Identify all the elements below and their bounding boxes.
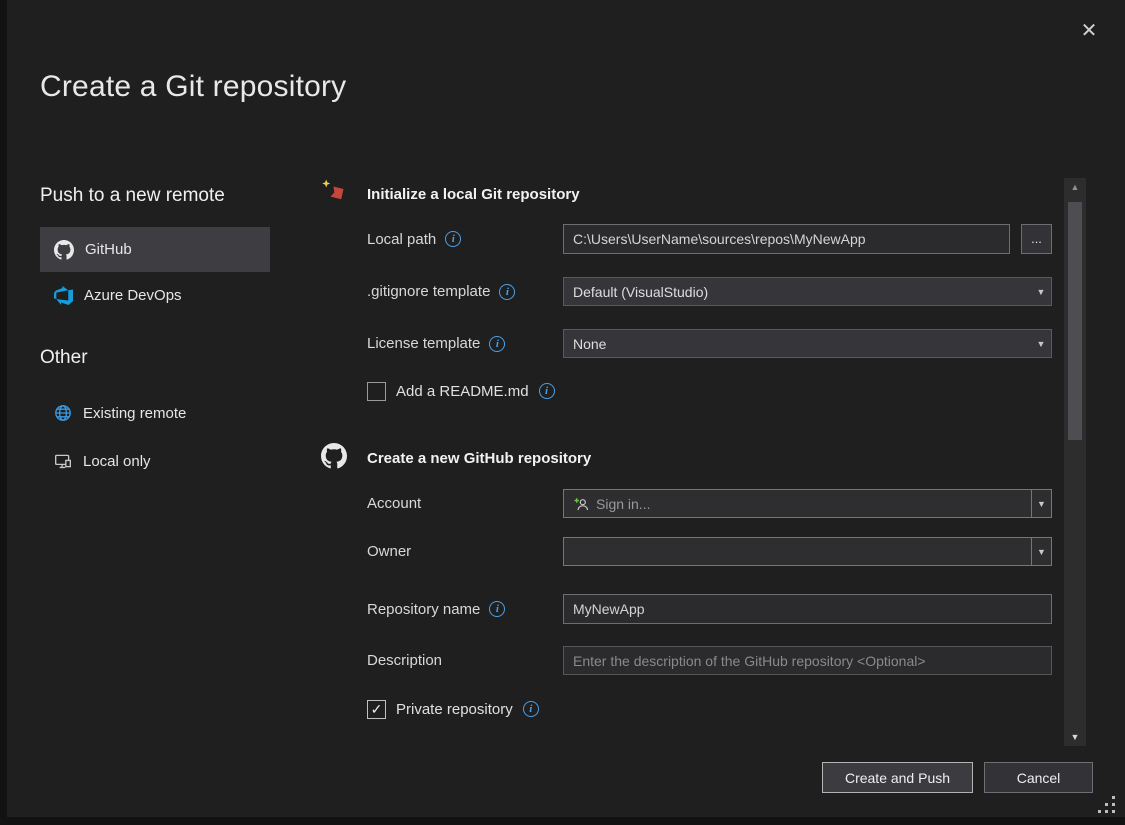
readme-checkbox[interactable] [367, 382, 386, 401]
info-icon[interactable]: i [489, 336, 505, 352]
scrollbar-thumb[interactable] [1068, 202, 1082, 440]
azure-devops-icon [54, 286, 73, 305]
resize-grip[interactable] [1096, 794, 1118, 816]
sidebar-item-existing-remote[interactable]: Existing remote [40, 394, 270, 432]
browse-button[interactable]: ... [1021, 224, 1052, 254]
info-icon[interactable]: i [445, 231, 461, 247]
readme-label: Add a README.md [396, 383, 529, 400]
scroll-up-button[interactable]: ▲ [1064, 178, 1086, 196]
close-button[interactable]: ✕ [1074, 16, 1104, 46]
gitignore-select[interactable]: Default (VisualStudio) ▼ [563, 277, 1052, 306]
sidebar-heading-remote: Push to a new remote [40, 185, 225, 207]
license-value: None [564, 336, 1031, 352]
private-checkbox[interactable]: ✓ [367, 700, 386, 719]
gitignore-label-row: .gitignore template i [367, 277, 515, 306]
scrollbar[interactable]: ▲ ▼ [1064, 178, 1086, 746]
repo-name-input[interactable] [563, 594, 1052, 624]
license-label: License template [367, 335, 480, 352]
window-edge-bottom [0, 817, 1125, 825]
account-placeholder: Sign in... [596, 496, 650, 512]
gitignore-label: .gitignore template [367, 283, 490, 300]
close-icon: ✕ [1081, 20, 1098, 42]
chevron-down-icon[interactable]: ▼ [1031, 490, 1051, 517]
description-label: Description [367, 652, 442, 669]
license-label-row: License template i [367, 329, 505, 358]
github-icon [321, 443, 347, 469]
account-select[interactable]: Sign in... ▼ [563, 489, 1052, 518]
private-label: Private repository [396, 701, 513, 718]
add-user-icon [573, 496, 589, 512]
sidebar-item-label: Azure DevOps [84, 287, 182, 304]
local-path-input[interactable] [563, 224, 1010, 254]
license-select[interactable]: None ▼ [563, 329, 1052, 358]
sidebar-item-github[interactable]: GitHub [40, 227, 270, 272]
create-and-push-button[interactable]: Create and Push [822, 762, 973, 793]
chevron-down-icon: ▼ [1031, 339, 1051, 349]
monitor-icon [54, 452, 72, 470]
owner-select[interactable]: ▼ [563, 537, 1052, 566]
private-row: ✓ Private repository i [367, 698, 539, 720]
description-label-row: Description [367, 646, 442, 675]
section-heading-initialize: Initialize a local Git repository [367, 186, 580, 203]
sidebar-item-label: Existing remote [83, 405, 186, 422]
sidebar-item-azure-devops[interactable]: Azure DevOps [40, 274, 270, 316]
cancel-button[interactable]: Cancel [984, 762, 1093, 793]
sidebar-heading-other: Other [40, 347, 88, 369]
github-icon [54, 240, 74, 260]
local-path-label: Local path [367, 231, 436, 248]
account-label: Account [367, 495, 421, 512]
repo-name-label: Repository name [367, 601, 480, 618]
dialog-title: Create a Git repository [40, 70, 346, 104]
section-heading-github: Create a new GitHub repository [367, 450, 591, 467]
info-icon[interactable]: i [489, 601, 505, 617]
info-icon[interactable]: i [499, 284, 515, 300]
description-input[interactable] [563, 646, 1052, 675]
gitignore-value: Default (VisualStudio) [564, 284, 1031, 300]
info-icon[interactable]: i [523, 701, 539, 717]
local-path-label-row: Local path i [367, 224, 461, 254]
readme-row: Add a README.md i [367, 380, 555, 402]
chevron-down-icon: ▼ [1031, 287, 1051, 297]
globe-icon [54, 404, 72, 422]
sidebar-item-label: GitHub [85, 241, 132, 258]
owner-label: Owner [367, 543, 411, 560]
create-git-repo-dialog: ✕ Create a Git repository Push to a new … [0, 0, 1125, 825]
sidebar-item-local-only[interactable]: Local only [40, 442, 270, 480]
info-icon[interactable]: i [539, 383, 555, 399]
repo-name-label-row: Repository name i [367, 594, 505, 624]
owner-label-row: Owner [367, 537, 411, 566]
scroll-down-button[interactable]: ▼ [1064, 728, 1086, 746]
sidebar-item-label: Local only [83, 453, 151, 470]
chevron-down-icon[interactable]: ▼ [1031, 538, 1051, 565]
window-edge-left [0, 0, 7, 825]
init-repo-icon [321, 178, 347, 204]
account-label-row: Account [367, 489, 421, 518]
